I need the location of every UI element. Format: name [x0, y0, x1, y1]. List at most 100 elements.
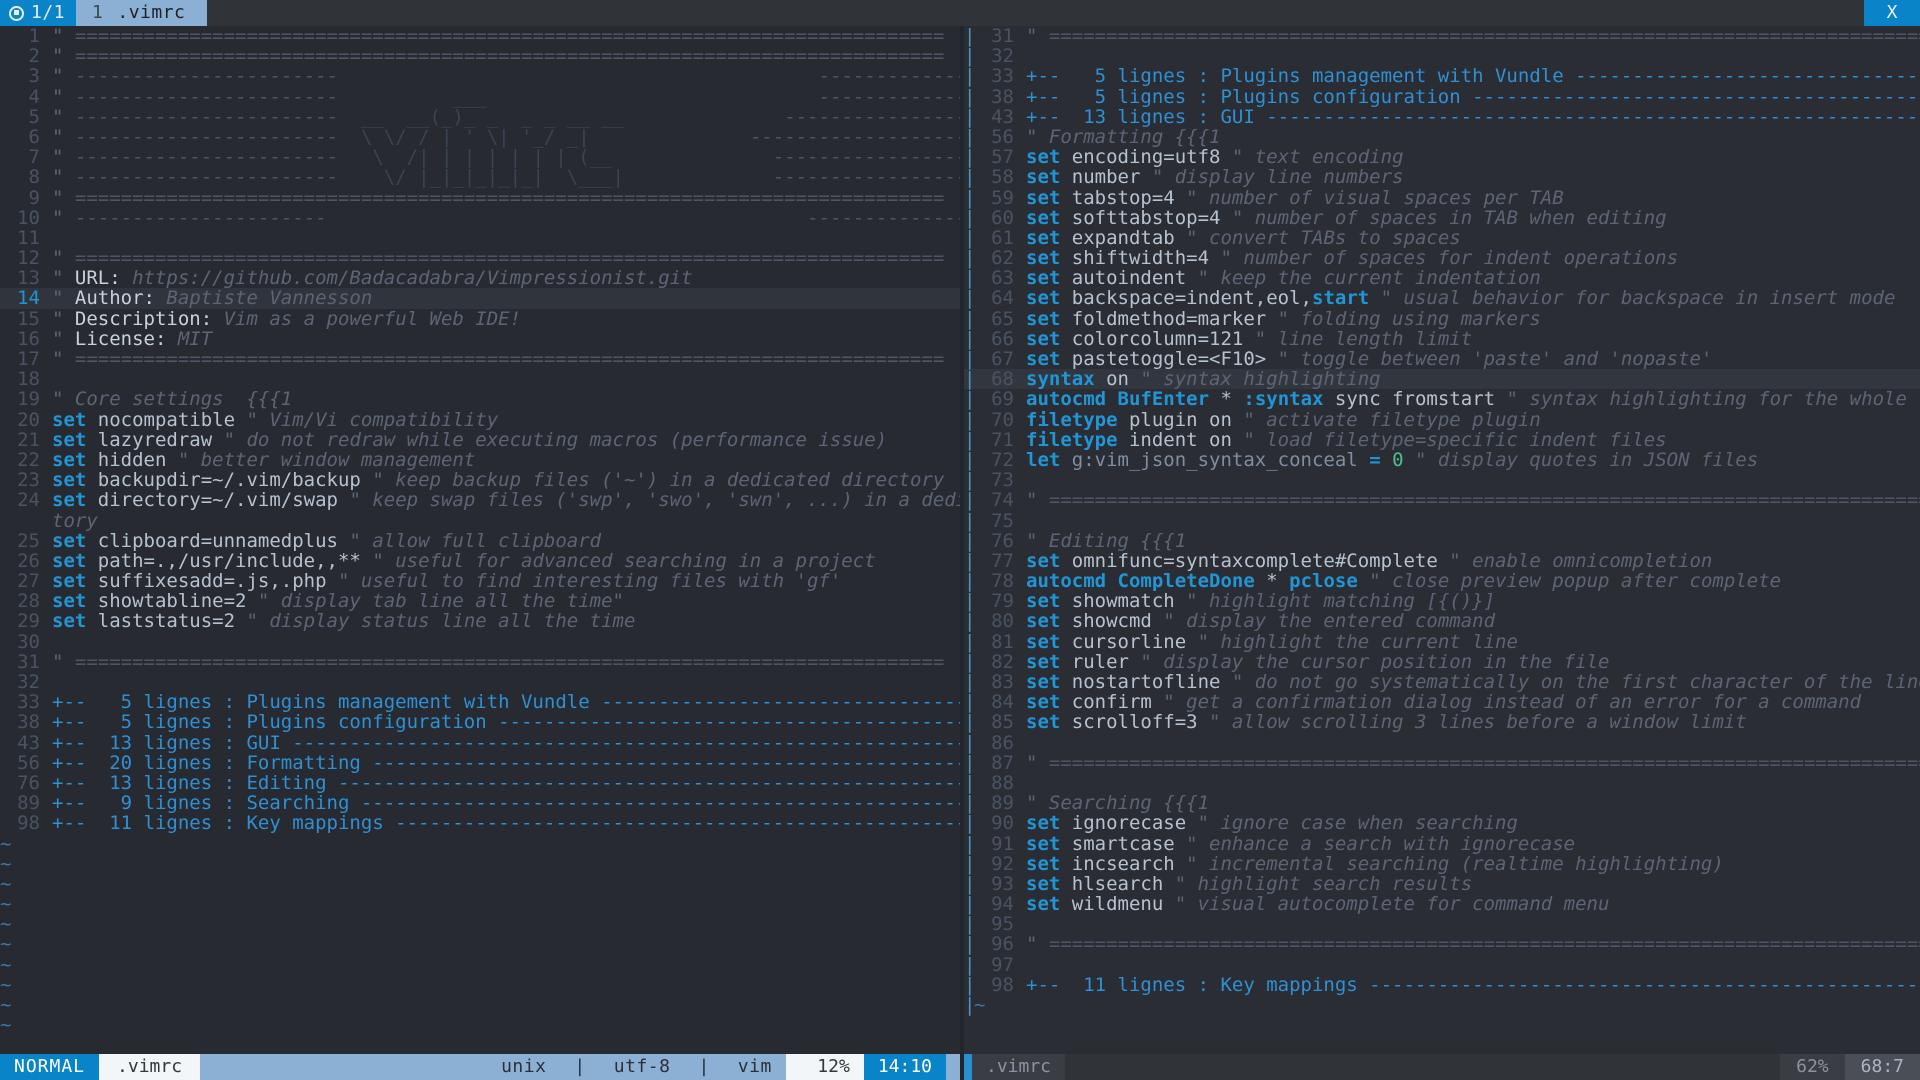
code-line[interactable]: |73	[964, 470, 1920, 490]
code-line[interactable]: 1" =====================================…	[0, 26, 960, 46]
tab-vimrc[interactable]: 1 .vimrc	[76, 0, 207, 26]
code-line[interactable]: 3" ----------------------- -------------…	[0, 66, 960, 86]
code-line[interactable]: 31" ====================================…	[0, 652, 960, 672]
code-line[interactable]: 6" ----------------------- \ \/ / | ' \|…	[0, 127, 960, 147]
line-number: 98	[0, 813, 52, 833]
code-line[interactable]: |58set number " display line numbers	[964, 167, 1920, 187]
code-line[interactable]: |31" ===================================…	[964, 26, 1920, 46]
code-token: filetype	[1026, 429, 1118, 451]
code-line[interactable]: |81set cursorline " highlight the curren…	[964, 632, 1920, 652]
code-line[interactable]: 33+-- 5 lignes : Plugins management with…	[0, 692, 960, 712]
code-line[interactable]: |72let g:vim_json_syntax_conceal = 0 " d…	[964, 450, 1920, 470]
code-line[interactable]: 25set clipboard=unnamedplus " allow full…	[0, 531, 960, 551]
code-line[interactable]: |87" ===================================…	[964, 753, 1920, 773]
code-line[interactable]: |82set ruler " display the cursor positi…	[964, 652, 1920, 672]
code-line[interactable]: |67set pastetoggle=<F10> " toggle betwee…	[964, 349, 1920, 369]
code-line[interactable]: 15" Description: Vim as a powerful Web I…	[0, 309, 960, 329]
code-line[interactable]: |83set nostartofline " do not go systema…	[964, 672, 1920, 692]
code-line[interactable]: |43+-- 13 lignes : GUI -----------------…	[964, 107, 1920, 127]
code-line[interactable]: 10" ---------------------- -------------…	[0, 208, 960, 228]
code-line[interactable]: 23set backupdir=~/.vim/backup " keep bac…	[0, 470, 960, 490]
code-line[interactable]: 89+-- 9 lignes : Searching -------------…	[0, 793, 960, 813]
code-line[interactable]: 76+-- 13 lignes : Editing --------------…	[0, 773, 960, 793]
code-line[interactable]: |92set incsearch " incremental searching…	[964, 854, 1920, 874]
code-line[interactable]: |94set wildmenu " visual autocomplete fo…	[964, 894, 1920, 914]
code-line[interactable]: |62set shiftwidth=4 " number of spaces f…	[964, 248, 1920, 268]
code-line[interactable]: |63set autoindent " keep the current ind…	[964, 268, 1920, 288]
code-line[interactable]: 26set path=.,/usr/include,,** " useful f…	[0, 551, 960, 571]
code-line[interactable]: 13" URL: https://github.com/Badacadabra/…	[0, 268, 960, 288]
code-line[interactable]: |33+-- 5 lignes : Plugins management wit…	[964, 66, 1920, 86]
code-line[interactable]: |90set ignorecase " ignore case when sea…	[964, 813, 1920, 833]
code-line[interactable]: 2" =====================================…	[0, 46, 960, 66]
code-line[interactable]: |79set showmatch " highlight matching [{…	[964, 591, 1920, 611]
code-line[interactable]: |98+-- 11 lignes : Key mappings --------…	[964, 975, 1920, 995]
code-line[interactable]: |68syntax on " syntax highlighting	[964, 369, 1920, 389]
code-line[interactable]: 24set directory=~/.vim/swap " keep swap …	[0, 490, 960, 510]
code-line[interactable]: 8" ----------------------- \/ |_|_|_|_|_…	[0, 167, 960, 187]
code-line[interactable]: |57set encoding=utf8 " text encoding	[964, 147, 1920, 167]
code-line[interactable]: |88	[964, 773, 1920, 793]
code-line[interactable]: 43+-- 13 lignes : GUI ------------------…	[0, 733, 960, 753]
code-line[interactable]: |56" Formatting {{{1	[964, 127, 1920, 147]
code-line[interactable]: 28set showtabline=2 " display tab line a…	[0, 591, 960, 611]
code-line[interactable]: 38+-- 5 lignes : Plugins configuration -…	[0, 712, 960, 732]
code-line[interactable]: |76" Editing {{{1	[964, 531, 1920, 551]
pane-left[interactable]: 1" =====================================…	[0, 26, 960, 1054]
code-line[interactable]: 14" Author: Baptiste Vannesson	[0, 288, 960, 308]
code-line[interactable]: 17" ====================================…	[0, 349, 960, 369]
code-line[interactable]: 20set nocompatible " Vim/Vi compatibilit…	[0, 410, 960, 430]
close-icon[interactable]: X	[1864, 0, 1920, 26]
code-line[interactable]: 32	[0, 672, 960, 692]
code-token: -----------------------	[818, 86, 960, 108]
code-line[interactable]: 98+-- 11 lignes : Key mappings ---------…	[0, 813, 960, 833]
code-line[interactable]: |85set scrolloff=3 " allow scrolling 3 l…	[964, 712, 1920, 732]
code-line[interactable]: 11	[0, 228, 960, 248]
line-content: set lazyredraw " do not redraw while exe…	[52, 430, 960, 450]
code-line[interactable]: |95	[964, 914, 1920, 934]
code-line[interactable]: |71filetype indent on " load filetype=sp…	[964, 430, 1920, 450]
code-line[interactable]: 30	[0, 632, 960, 652]
code-line[interactable]: 22set hidden " better window management	[0, 450, 960, 470]
code-line[interactable]: |70filetype plugin on " activate filetyp…	[964, 410, 1920, 430]
code-line[interactable]: |80set showcmd " display the entered com…	[964, 611, 1920, 631]
code-line[interactable]: |60set softtabstop=4 " number of spaces …	[964, 208, 1920, 228]
code-line[interactable]: 4" ----------------------- ___ ---------…	[0, 87, 960, 107]
code-line[interactable]: 7" ----------------------- \ /| | | | | …	[0, 147, 960, 167]
code-line[interactable]: |74" ===================================…	[964, 490, 1920, 510]
code-line[interactable]: |93set hlsearch " highlight search resul…	[964, 874, 1920, 894]
code-line[interactable]: |77set omnifunc=syntaxcomplete#Complete …	[964, 551, 1920, 571]
code-line[interactable]: |65set foldmethod=marker " folding using…	[964, 309, 1920, 329]
code-line[interactable]: |96" ===================================…	[964, 934, 1920, 954]
code-line[interactable]: 18	[0, 369, 960, 389]
code-line[interactable]: 56+-- 20 lignes : Formatting -----------…	[0, 753, 960, 773]
code-line[interactable]: |86	[964, 733, 1920, 753]
code-line[interactable]: 16" License: MIT	[0, 329, 960, 349]
code-line[interactable]: 9" =====================================…	[0, 188, 960, 208]
code-token: "	[52, 45, 75, 67]
code-line[interactable]: |84set confirm " get a confirmation dial…	[964, 692, 1920, 712]
code-line[interactable]: tory	[0, 511, 960, 531]
code-line[interactable]: |69autocmd BufEnter * :syntax sync froms…	[964, 389, 1920, 409]
code-line[interactable]: 29set laststatus=2 " display status line…	[0, 611, 960, 631]
vim-logo-icon	[9, 6, 24, 21]
code-line[interactable]: |61set expandtab " convert TABs to space…	[964, 228, 1920, 248]
code-line[interactable]: 5" ----------------------- __ __(_)_ _ _…	[0, 107, 960, 127]
code-line[interactable]: |89" Searching {{{1	[964, 793, 1920, 813]
code-line[interactable]: |78autocmd CompleteDone * pclose " close…	[964, 571, 1920, 591]
code-line[interactable]: |38+-- 5 lignes : Plugins configuration …	[964, 87, 1920, 107]
code-line[interactable]: 19" Core settings {{{1	[0, 389, 960, 409]
tabline-filler	[207, 0, 1864, 26]
code-line[interactable]: 12" ====================================…	[0, 248, 960, 268]
code-line[interactable]: |97	[964, 955, 1920, 975]
code-line[interactable]: 27set suffixesadd=.js,.php " useful to f…	[0, 571, 960, 591]
code-line[interactable]: |75	[964, 511, 1920, 531]
line-content: set foldmethod=marker " folding using ma…	[1026, 309, 1920, 329]
code-line[interactable]: 21set lazyredraw " do not redraw while e…	[0, 430, 960, 450]
code-line[interactable]: |66set colorcolumn=121 " line length lim…	[964, 329, 1920, 349]
code-line[interactable]: |91set smartcase " enhance a search with…	[964, 834, 1920, 854]
code-line[interactable]: |32	[964, 46, 1920, 66]
code-line[interactable]: |59set tabstop=4 " number of visual spac…	[964, 188, 1920, 208]
pane-right[interactable]: |31" ===================================…	[964, 26, 1920, 1054]
code-line[interactable]: |64set backspace=indent,eol,start " usua…	[964, 288, 1920, 308]
